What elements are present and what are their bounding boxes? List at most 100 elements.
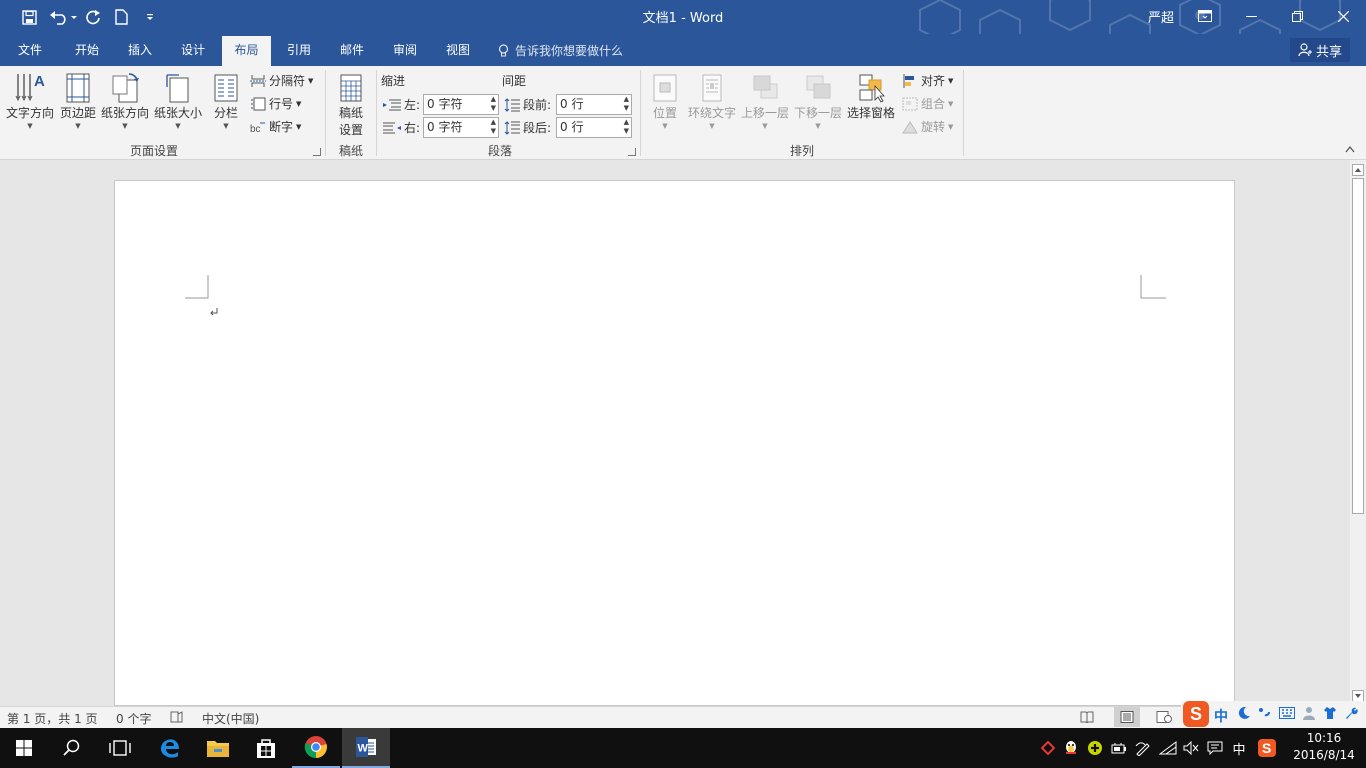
user-name[interactable]: 严超	[1148, 7, 1174, 26]
paragraph-launcher-icon[interactable]	[628, 148, 636, 156]
soft-keyboard-icon[interactable]	[1279, 707, 1295, 722]
qq-penguin-icon[interactable]	[1061, 738, 1081, 758]
spinner-arrows-icon[interactable]: ▲ ▼	[624, 118, 629, 136]
indent-right-field[interactable]: 0 字符 ▲ ▼	[423, 117, 499, 138]
document-page[interactable]	[114, 180, 1235, 706]
read-mode-icon[interactable]	[1080, 711, 1094, 726]
share-button[interactable]: 共享	[1290, 38, 1351, 62]
pen-ink-icon[interactable]	[1133, 738, 1153, 758]
battery-icon[interactable]	[1109, 738, 1129, 758]
task-view-icon[interactable]	[96, 728, 144, 768]
page-setup-group-label: 页面设置	[130, 144, 179, 158]
tell-me-label: 告诉我你想要做什么	[515, 44, 624, 58]
position-button[interactable]: 位置 ▼	[647, 72, 683, 130]
line-numbers-button[interactable]: 行号 ▼	[250, 95, 301, 112]
action-center-icon[interactable]	[1205, 738, 1225, 758]
user-account-icon[interactable]	[1302, 706, 1316, 723]
scroll-up-icon[interactable]	[1352, 164, 1364, 176]
tab-layout[interactable]: 布局	[222, 36, 271, 68]
spacing-after-icon	[504, 120, 520, 135]
web-layout-icon[interactable]	[1156, 711, 1172, 726]
selection-pane-button[interactable]: 选择窗格	[846, 72, 896, 121]
columns-icon	[214, 74, 238, 102]
print-layout-icon[interactable]	[1114, 707, 1140, 727]
indent-left-icon	[383, 99, 401, 110]
page-setup-launcher-icon[interactable]	[313, 148, 321, 156]
edge-browser-icon[interactable]	[146, 728, 194, 768]
spacing-before-field[interactable]: 0 行 ▲ ▼	[556, 94, 632, 115]
volume-muted-icon[interactable]	[1181, 738, 1201, 758]
windows-start-icon[interactable]	[0, 728, 48, 768]
wifi-icon[interactable]	[1158, 738, 1178, 758]
sogou-logo-icon[interactable]: S	[1183, 701, 1209, 727]
indent-left-field[interactable]: 0 字符 ▲ ▼	[423, 94, 499, 115]
breaks-button[interactable]: 分隔符 ▼	[250, 72, 313, 89]
spinner-arrows-icon[interactable]: ▲ ▼	[491, 95, 496, 113]
punctuation-icon[interactable]	[1257, 706, 1271, 723]
security-shield-icon[interactable]	[1038, 738, 1058, 758]
margins-label: 页边距	[59, 106, 96, 120]
tab-review[interactable]: 审阅	[384, 34, 426, 66]
scroll-thumb[interactable]	[1352, 178, 1364, 514]
manuscript-line1: 稿纸	[338, 106, 363, 120]
ribbon-tab-bar: 文件 开始 插入 设计 布局 引用 邮件 审阅 视图 告诉我你想要做什么 共享	[0, 34, 1366, 68]
minimize-icon[interactable]	[1228, 0, 1274, 32]
size-button[interactable]: 纸张大小 ▼	[153, 72, 203, 130]
indent-right-label: 右:	[404, 121, 421, 135]
tell-me-search[interactable]: 告诉我你想要做什么	[498, 42, 623, 59]
indent-heading: 缩进	[381, 74, 406, 88]
chrome-icon[interactable]	[292, 728, 340, 768]
ribbon-display-options-icon[interactable]	[1182, 0, 1228, 32]
vertical-scrollbar[interactable]	[1350, 160, 1366, 706]
clock-time[interactable]: 10:16	[1288, 731, 1360, 745]
tab-references[interactable]: 引用	[278, 34, 320, 66]
word-taskbar-icon[interactable]: W	[342, 728, 390, 768]
align-button[interactable]: 对齐 ▼	[902, 72, 953, 89]
size-label: 纸张大小	[153, 106, 202, 120]
bring-forward-button[interactable]: 上移一层 ▼	[739, 72, 791, 130]
ime-tray-indicator[interactable]: 中	[1229, 738, 1249, 758]
search-icon[interactable]	[48, 728, 96, 768]
collapse-ribbon-icon[interactable]	[1345, 145, 1355, 156]
page-count[interactable]: 第 1 页，共 1 页	[7, 710, 98, 727]
spacing-after-field[interactable]: 0 行 ▲ ▼	[556, 117, 632, 138]
group-button[interactable]: 组合 ▼	[902, 95, 953, 112]
ribbon-layout: A 文字方向 ▼ 页边距 ▼ 纸张方向 ▼ 纸张大小 ▼ 分栏 ▼ 分隔符 ▼ …	[0, 66, 1366, 160]
send-backward-label: 下移一层	[793, 106, 842, 120]
tab-design[interactable]: 设计	[172, 34, 214, 66]
spacing-before-icon	[504, 97, 520, 112]
file-explorer-icon[interactable]	[194, 728, 242, 768]
proofing-icon[interactable]	[170, 711, 184, 726]
text-direction-button[interactable]: A 文字方向 ▼	[4, 72, 56, 130]
margin-corner-top-left	[185, 275, 209, 299]
skin-shirt-icon[interactable]	[1323, 706, 1337, 723]
tab-file[interactable]: 文件	[10, 34, 50, 66]
wrap-text-button[interactable]: 环绕文字 ▼	[686, 72, 738, 130]
language-indicator[interactable]: 中文(中国)	[202, 710, 259, 727]
word-count[interactable]: 0 个字	[116, 710, 151, 727]
breaks-icon	[250, 74, 266, 87]
margins-button[interactable]: 页边距 ▼	[58, 72, 98, 130]
indent-right-value: 0 字符	[427, 120, 463, 134]
tab-insert[interactable]: 插入	[119, 34, 161, 66]
plus-update-icon[interactable]	[1085, 738, 1105, 758]
hyphenation-button[interactable]: bc 断字 ▼	[250, 118, 301, 135]
spinner-arrows-icon[interactable]: ▲ ▼	[624, 95, 629, 113]
clock-date[interactable]: 2016/8/14	[1288, 748, 1360, 762]
send-backward-button[interactable]: 下移一层 ▼	[792, 72, 844, 130]
restore-icon[interactable]	[1274, 0, 1320, 32]
ime-mode-chinese[interactable]: 中	[1214, 706, 1228, 726]
columns-button[interactable]: 分栏 ▼	[208, 72, 244, 130]
tab-view[interactable]: 视图	[437, 34, 479, 66]
spinner-arrows-icon[interactable]: ▲ ▼	[491, 118, 496, 136]
rotate-button[interactable]: 旋转 ▼	[902, 118, 953, 135]
half-width-moon-icon[interactable]	[1237, 706, 1251, 723]
store-icon[interactable]	[242, 728, 290, 768]
tab-mailings[interactable]: 邮件	[331, 34, 373, 66]
sogou-tray-icon[interactable]: S	[1257, 738, 1277, 758]
close-icon[interactable]	[1320, 0, 1366, 32]
orientation-button[interactable]: 纸张方向 ▼	[100, 72, 150, 130]
manuscript-settings-button[interactable]: 稿纸 设置	[332, 72, 370, 138]
toolbox-wrench-icon[interactable]	[1344, 706, 1358, 723]
tab-home[interactable]: 开始	[66, 34, 108, 66]
